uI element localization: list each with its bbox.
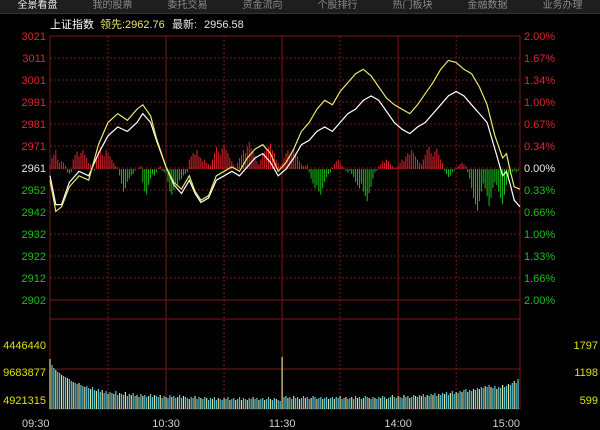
pct-tick-label: 0.33% [524, 185, 555, 197]
pct-tick-label: 2.00% [524, 31, 555, 43]
price-tick-label: 2932 [22, 229, 46, 241]
pct-tick-label: 1.00% [524, 229, 555, 241]
volume-tick-label-right: 599 [580, 395, 598, 407]
tab-1[interactable]: 我的股票 [75, 0, 150, 13]
time-label: 14:00 [384, 418, 412, 430]
price-tick-label: 2912 [22, 273, 46, 285]
pct-tick-label: 0.67% [524, 119, 555, 131]
price-tick-label: 2942 [22, 207, 46, 219]
tab-7[interactable]: 业务办理 [525, 0, 600, 13]
volume-tick-label-right: 1797 [574, 340, 598, 352]
price-tick-label: 3021 [22, 31, 46, 43]
time-label: 11:30 [269, 418, 296, 430]
tab-0[interactable]: 全景看盘 [0, 0, 75, 13]
tab-4[interactable]: 个股排行 [300, 0, 375, 13]
leader-label: 领先: [100, 18, 125, 31]
price-tick-label: 2981 [22, 119, 46, 131]
pct-tick-label: 1.66% [524, 273, 555, 285]
price-tick-label: 2902 [22, 295, 46, 307]
pct-tick-label: 0.66% [524, 207, 555, 219]
intraday-chart[interactable]: 3021 2.00% 3011 1.67% 3001 1.34% 2991 1.00% 2981… [0, 14, 600, 430]
time-label: 09:30 [22, 418, 50, 430]
volume-tick-label-right: 1198 [574, 367, 598, 379]
latest-label: 最新: [172, 17, 197, 31]
price-tick-label: 3001 [22, 75, 46, 87]
chart-header: 上证指数 领先: 2962.76 最新: 2956.58 [50, 17, 244, 31]
pct-tick-label: 1.34% [524, 75, 555, 87]
index-name: 上证指数 [50, 17, 94, 31]
pct-tick-label: 0.34% [524, 141, 555, 153]
leader-value: 2962.76 [125, 19, 165, 31]
volume-tick-label: 4446440 [3, 340, 46, 352]
pct-tick-label: 1.67% [524, 53, 555, 65]
price-tick-label: 2952 [22, 185, 46, 197]
tab-3[interactable]: 资金流向 [225, 0, 300, 13]
price-tick-label: 2961 [22, 163, 46, 175]
tab-bar: 全景看盘 我的股票 委托交易 资金流向 个股排行 热门板块 金融数据 业务办理 [0, 0, 600, 14]
pct-tick-label: 0.00% [524, 163, 555, 175]
latest-value: 2956.58 [204, 19, 244, 31]
tab-6[interactable]: 金融数据 [450, 0, 525, 13]
price-tick-label: 2922 [22, 251, 46, 263]
pct-tick-label: 1.00% [524, 97, 555, 109]
tab-2[interactable]: 委托交易 [150, 0, 225, 13]
pct-tick-label: 1.33% [524, 251, 555, 263]
pct-tick-label: 2.00% [524, 295, 555, 307]
price-tick-label: 2991 [22, 97, 46, 109]
volume-tick-label: 9683877 [3, 367, 46, 379]
volume-tick-label: 4921315 [3, 395, 46, 407]
price-tick-label: 2971 [22, 141, 46, 153]
price-tick-label: 3011 [22, 53, 46, 65]
time-label: 10:30 [152, 418, 180, 430]
time-label: 15:00 [492, 418, 520, 430]
tab-5[interactable]: 热门板块 [375, 0, 450, 13]
